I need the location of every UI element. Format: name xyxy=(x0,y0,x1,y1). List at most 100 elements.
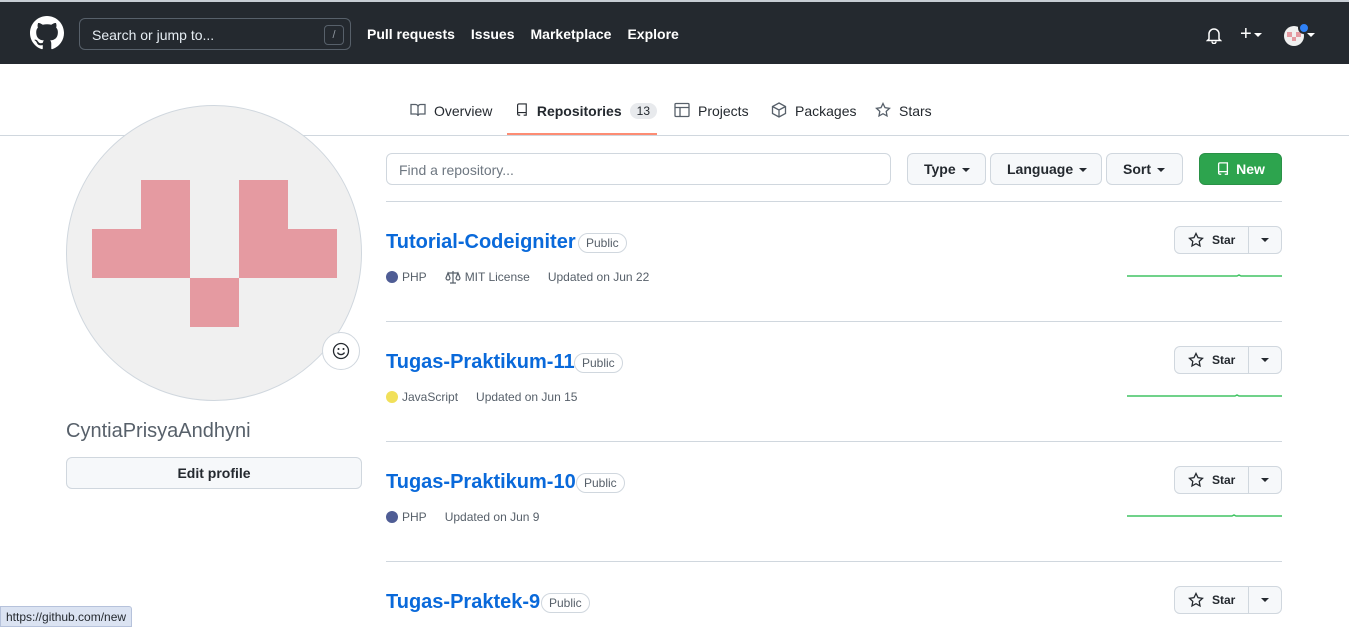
language-color-dot xyxy=(386,511,398,523)
star-button[interactable]: Star xyxy=(1175,347,1250,373)
tab-repositories[interactable]: Repositories 13 xyxy=(507,94,657,135)
star-icon xyxy=(1188,592,1204,608)
repo-updated: Updated on Jun 15 xyxy=(476,390,578,404)
tab-stars[interactable]: Stars xyxy=(875,94,932,135)
tab-label: Repositories xyxy=(536,103,622,119)
find-repository-input[interactable]: Find a repository... xyxy=(386,153,891,185)
profile-username: CyntiaPrisyaAndhyni xyxy=(66,420,251,442)
language-filter-button[interactable]: Language xyxy=(990,153,1102,185)
activity-sparkline xyxy=(1127,274,1282,277)
repo-link[interactable]: Tugas-Praktikum-11 xyxy=(386,351,575,374)
edit-profile-button[interactable]: Edit profile xyxy=(66,457,362,489)
star-label: Star xyxy=(1211,473,1236,487)
search-input[interactable]: Search or jump to... / xyxy=(79,18,351,50)
repo-meta: PHP Updated on Jun 9 xyxy=(386,510,539,524)
visibility-badge: Public xyxy=(578,233,627,253)
create-new-dropdown[interactable]: + xyxy=(1240,24,1262,44)
tab-label: Packages xyxy=(795,103,857,119)
sort-filter-button[interactable]: Sort xyxy=(1106,153,1183,185)
bell-icon[interactable] xyxy=(1205,26,1223,49)
set-status-button[interactable] xyxy=(322,332,360,370)
activity-sparkline xyxy=(1127,514,1282,517)
repo-link[interactable]: Tugas-Praktek-9 xyxy=(386,591,540,614)
star-label: Star xyxy=(1211,593,1236,607)
star-icon xyxy=(1188,472,1204,488)
top-navigation-bar: Search or jump to... / Pull requests Iss… xyxy=(0,0,1349,64)
find-repository-placeholder: Find a repository... xyxy=(399,162,514,178)
repo-updated: Updated on Jun 9 xyxy=(444,510,540,524)
repo-icon xyxy=(517,103,527,116)
star-lists-dropdown[interactable] xyxy=(1249,347,1281,373)
tab-label: Projects xyxy=(698,103,749,119)
repo-meta: PHP MIT License Updated on Jun 22 xyxy=(386,270,649,284)
repo-license[interactable]: MIT License xyxy=(445,270,530,284)
license-name: MIT License xyxy=(464,270,530,284)
nav-pull-requests[interactable]: Pull requests xyxy=(367,26,455,42)
repo-icon xyxy=(1218,162,1229,175)
language-color-dot xyxy=(386,391,398,403)
nav-explore[interactable]: Explore xyxy=(627,26,678,42)
divider xyxy=(386,561,1282,562)
visibility-badge: Public xyxy=(574,353,623,373)
divider xyxy=(386,321,1282,322)
type-filter-label: Type xyxy=(924,161,956,177)
repo-language: PHP xyxy=(386,510,427,524)
global-nav: Pull requests Issues Marketplace Explore xyxy=(367,26,679,42)
new-repository-button[interactable]: New xyxy=(1199,153,1282,185)
chevron-down-icon xyxy=(1079,168,1088,173)
repo-link[interactable]: Tutorial-Codeigniter xyxy=(386,231,576,254)
book-icon xyxy=(410,103,426,117)
law-icon xyxy=(445,271,461,284)
github-logo-icon[interactable] xyxy=(30,16,64,50)
star-label: Star xyxy=(1211,353,1236,367)
chevron-down-icon[interactable] xyxy=(1307,33,1315,37)
repo-language: JavaScript xyxy=(386,390,458,404)
table-icon xyxy=(674,102,690,118)
star-lists-dropdown[interactable] xyxy=(1249,467,1281,493)
repo-updated: Updated on Jun 22 xyxy=(547,270,650,284)
nav-marketplace[interactable]: Marketplace xyxy=(531,26,612,42)
chevron-down-icon xyxy=(1261,358,1270,362)
chevron-down-icon xyxy=(1253,32,1262,37)
chevron-down-icon xyxy=(1261,478,1270,482)
star-button-group: Star xyxy=(1174,586,1282,614)
star-button[interactable]: Star xyxy=(1175,587,1250,613)
tab-projects[interactable]: Projects xyxy=(674,94,749,135)
language-name: JavaScript xyxy=(402,390,459,404)
star-icon xyxy=(1188,232,1204,248)
tab-packages[interactable]: Packages xyxy=(771,94,856,135)
repo-meta: JavaScript Updated on Jun 15 xyxy=(386,390,577,404)
package-icon xyxy=(771,102,787,118)
tab-label: Overview xyxy=(434,103,493,119)
nav-issues[interactable]: Issues xyxy=(471,26,515,42)
star-lists-dropdown[interactable] xyxy=(1249,227,1281,253)
new-repository-label: New xyxy=(1236,161,1265,177)
language-name: PHP xyxy=(402,510,427,524)
chevron-down-icon xyxy=(1157,168,1165,173)
star-lists-dropdown[interactable] xyxy=(1249,587,1281,613)
divider xyxy=(386,441,1282,442)
language-filter-label: Language xyxy=(1007,161,1074,177)
star-button-group: Star xyxy=(1174,466,1282,494)
language-color-dot xyxy=(386,271,398,283)
activity-sparkline xyxy=(1127,394,1282,397)
repo-language: PHP xyxy=(386,270,427,284)
visibility-badge: Public xyxy=(576,473,625,493)
repo-link[interactable]: Tugas-Praktikum-10 xyxy=(386,471,576,494)
language-name: PHP xyxy=(402,270,427,284)
repo-count-badge: 13 xyxy=(629,103,657,119)
tab-label: Stars xyxy=(899,103,932,119)
browser-status-url: https://github.com/new xyxy=(0,606,133,627)
chevron-down-icon xyxy=(961,168,970,173)
type-filter-button[interactable]: Type xyxy=(907,153,986,185)
search-placeholder: Search or jump to... xyxy=(92,27,215,43)
chevron-down-icon xyxy=(1261,598,1270,602)
profile-avatar[interactable] xyxy=(66,105,362,401)
star-button-group: Star xyxy=(1174,226,1282,254)
tab-overview[interactable]: Overview xyxy=(410,94,492,135)
star-icon xyxy=(1188,352,1204,368)
visibility-badge: Public xyxy=(541,593,590,613)
star-button[interactable]: Star xyxy=(1175,467,1250,493)
star-button[interactable]: Star xyxy=(1175,227,1250,253)
star-icon xyxy=(875,102,891,118)
